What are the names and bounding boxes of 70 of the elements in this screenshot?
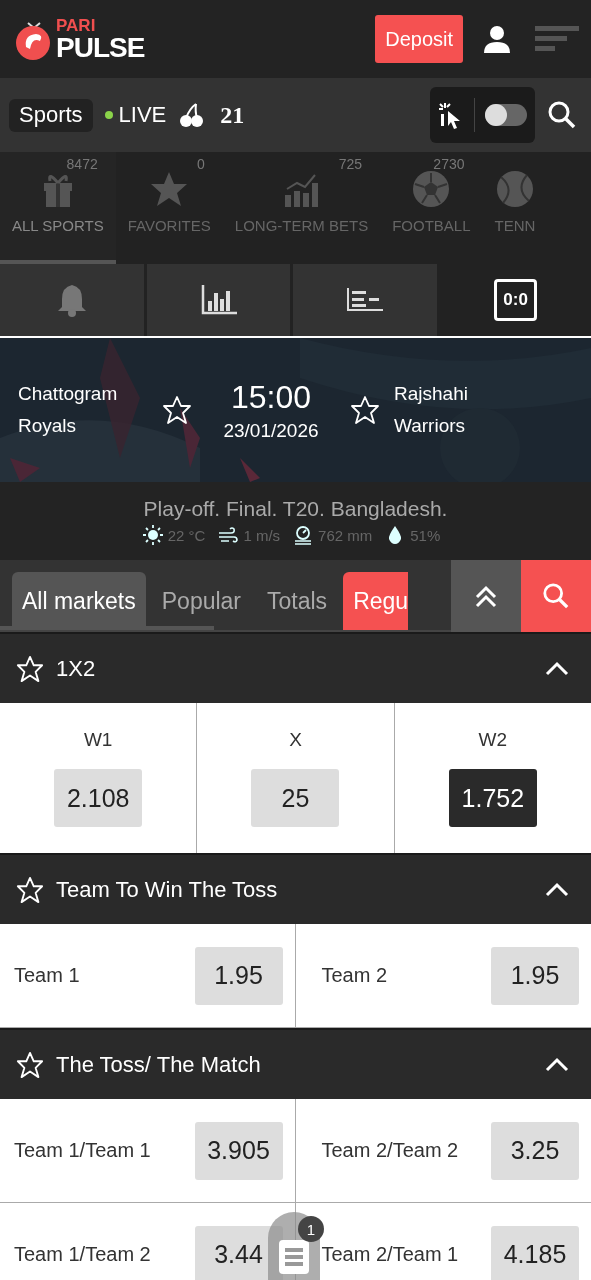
logo[interactable]: PARI PULSE bbox=[14, 16, 145, 62]
outcome-label: W2 bbox=[478, 729, 508, 751]
bar-chart-icon bbox=[200, 285, 237, 315]
market-tab[interactable]: Totals bbox=[257, 572, 338, 630]
outcome-label: Team 1/Team 1 bbox=[14, 1139, 151, 1162]
star-icon[interactable] bbox=[16, 1050, 44, 1079]
team-name: Chattogram Royals bbox=[18, 382, 119, 438]
market-header[interactable]: 1X2 bbox=[0, 632, 591, 703]
outcome-label: Team 1 bbox=[14, 964, 80, 987]
market-tab[interactable]: Popular bbox=[151, 572, 252, 630]
wind-icon bbox=[218, 525, 239, 545]
odds-button[interactable]: 1.95 bbox=[194, 946, 283, 1005]
odds-button[interactable]: 2.108 bbox=[54, 769, 143, 827]
weather-value: 51% bbox=[410, 526, 441, 544]
sports-tab[interactable]: Sports bbox=[9, 98, 93, 132]
sun-icon bbox=[142, 525, 163, 545]
list-icon bbox=[347, 288, 384, 312]
market-title: The Toss/ The Match bbox=[56, 1051, 262, 1078]
tournament-name: Play-off. Final. T20. Bangladesh. bbox=[143, 497, 448, 521]
odds-button[interactable]: 3.25 bbox=[491, 1121, 579, 1180]
weather-value: 1 m/s bbox=[243, 526, 281, 544]
odds-button[interactable]: 4.185 bbox=[491, 1225, 579, 1280]
outcome-label: X bbox=[289, 729, 302, 751]
sport-category[interactable]: 2730 FOOTBALL bbox=[380, 152, 483, 264]
odds-button[interactable]: 1.752 bbox=[448, 769, 537, 827]
weather-value: 762 mm bbox=[318, 526, 373, 544]
live-tab[interactable]: LIVE bbox=[104, 102, 167, 128]
logo-text: PARI bbox=[56, 16, 97, 34]
user-icon[interactable] bbox=[481, 23, 513, 55]
outcome-label: Team 2 bbox=[321, 964, 388, 987]
betslip-icon bbox=[279, 1240, 309, 1274]
search-icon bbox=[542, 582, 570, 610]
outcome-label: Team 2/Team 1 bbox=[321, 1243, 459, 1266]
ball-icon bbox=[411, 169, 452, 209]
cherries-icon[interactable] bbox=[178, 102, 205, 128]
search-icon[interactable] bbox=[547, 100, 577, 130]
sport-category[interactable]: 0 FAVORITES bbox=[115, 152, 223, 264]
odds-button[interactable]: 3.905 bbox=[194, 1121, 283, 1180]
collapse-all-button[interactable] bbox=[451, 560, 521, 632]
double-chevron-icon bbox=[474, 584, 498, 608]
search-button[interactable] bbox=[521, 560, 591, 632]
star-icon[interactable] bbox=[350, 395, 380, 425]
sport-category[interactable]: 725 LONG-TERM BETS bbox=[222, 152, 381, 264]
chevron-icon[interactable] bbox=[545, 881, 569, 898]
market-title: Team To Win The Toss bbox=[56, 876, 279, 903]
match-date: 23/01/2026 bbox=[223, 419, 319, 442]
market-header[interactable]: The Toss/ The Match bbox=[0, 1028, 591, 1099]
star-icon[interactable] bbox=[16, 654, 44, 683]
outcome-label: Team 1/Team 2 bbox=[14, 1243, 151, 1266]
betslip-count: 1 bbox=[298, 1216, 324, 1242]
outcome-label: Team 2/Team 2 bbox=[321, 1139, 459, 1162]
pressure-icon bbox=[293, 525, 314, 545]
logo-text: PULSE bbox=[56, 33, 145, 62]
chevron-icon[interactable] bbox=[545, 660, 569, 677]
toggle-switch[interactable] bbox=[485, 104, 527, 126]
outcome-label: W1 bbox=[83, 729, 113, 751]
stats-tab[interactable] bbox=[146, 264, 291, 336]
market-header[interactable]: Team To Win The Toss bbox=[0, 853, 591, 924]
odds-button[interactable]: 25 bbox=[251, 769, 340, 827]
team-name: Rajshahi Warriors bbox=[394, 382, 469, 438]
odds-button[interactable]: 1.95 bbox=[491, 946, 579, 1005]
market-title: 1X2 bbox=[56, 655, 97, 682]
weather-value: 22 °C bbox=[167, 526, 206, 544]
chevron-icon[interactable] bbox=[545, 1056, 569, 1073]
games-count[interactable]: 21 bbox=[220, 101, 245, 129]
star-icon[interactable] bbox=[162, 395, 192, 425]
match-time: 15:00 bbox=[230, 378, 312, 416]
tennis-icon bbox=[494, 169, 535, 209]
star-icon[interactable] bbox=[16, 875, 44, 904]
lineup-tab[interactable] bbox=[293, 264, 438, 336]
